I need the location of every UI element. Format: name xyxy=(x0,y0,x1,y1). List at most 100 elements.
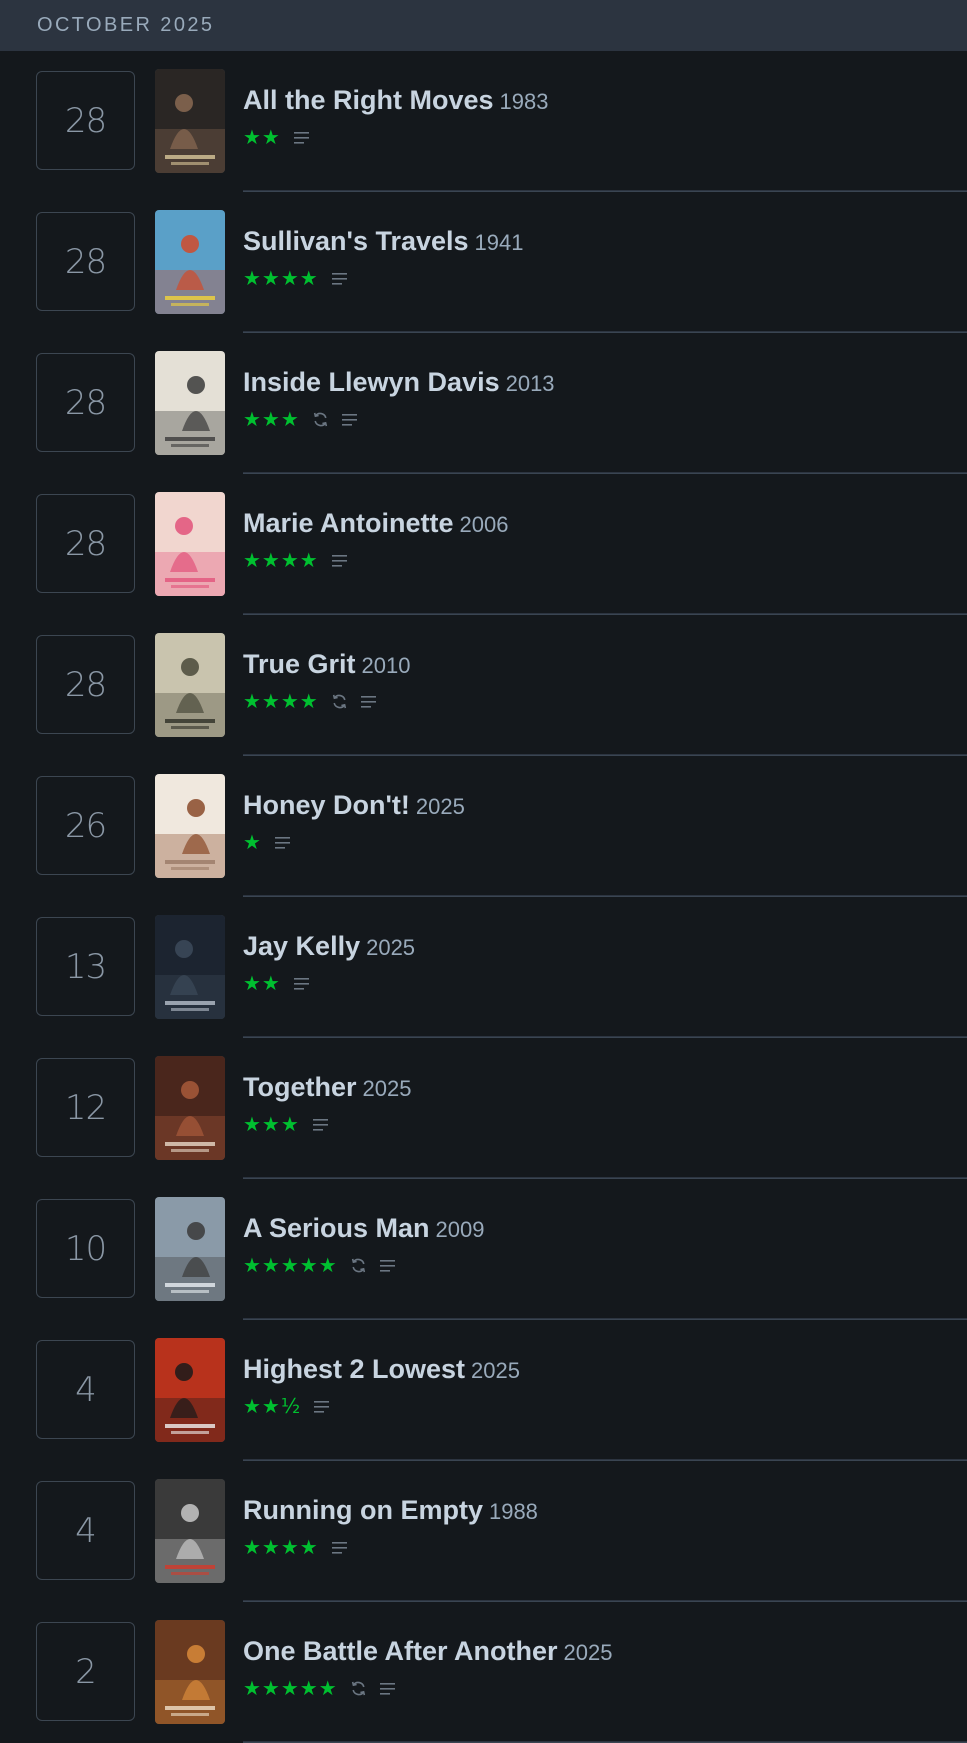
film-year[interactable]: 2025 xyxy=(363,1076,412,1101)
day-box[interactable]: 28 xyxy=(36,212,135,311)
review-text-icon[interactable] xyxy=(331,553,348,567)
film-poster[interactable] xyxy=(155,915,225,1019)
film-year[interactable]: 1941 xyxy=(475,230,524,255)
day-box[interactable]: 26 xyxy=(36,776,135,875)
title-line: A Serious Man 2009 xyxy=(243,1215,967,1242)
entry-info: Marie Antoinette 2006 ★★★★ xyxy=(243,510,967,572)
entry-meta: ★★★ xyxy=(243,409,967,429)
diary-entry[interactable]: 26 Honey Don't! 2025 ★ xyxy=(0,756,967,897)
film-year[interactable]: 2025 xyxy=(366,935,415,960)
title-line: One Battle After Another 2025 xyxy=(243,1638,967,1665)
film-poster[interactable] xyxy=(155,633,225,737)
day-box[interactable]: 13 xyxy=(36,917,135,1016)
film-title[interactable]: Together xyxy=(243,1072,357,1102)
review-text-icon[interactable] xyxy=(331,1540,348,1554)
entry-info: Highest 2 Lowest 2025 ★★½ xyxy=(243,1354,967,1417)
diary-entry[interactable]: 2 One Battle After Another 2025 ★★★★★ xyxy=(0,1602,967,1743)
day-box[interactable]: 28 xyxy=(36,635,135,734)
star-rating: ★★ xyxy=(243,971,281,995)
film-poster[interactable] xyxy=(155,69,225,173)
day-box[interactable]: 10 xyxy=(36,1199,135,1298)
entry-meta: ★★ xyxy=(243,127,967,147)
diary-entry[interactable]: 10 A Serious Man 2009 ★★★★★ xyxy=(0,1179,967,1320)
entry-info: Inside Llewyn Davis 2013 ★★★ xyxy=(243,369,967,430)
poster-one-battle-after-another xyxy=(155,1620,225,1724)
film-poster[interactable] xyxy=(155,1197,225,1301)
film-title[interactable]: Sullivan's Travels xyxy=(243,226,469,256)
review-text-icon[interactable] xyxy=(293,130,310,144)
film-year[interactable]: 1983 xyxy=(500,89,549,114)
diary-entry[interactable]: 4 Running on Empty 1988 ★★★★ xyxy=(0,1461,967,1602)
film-title[interactable]: Highest 2 Lowest xyxy=(243,1354,465,1384)
film-poster[interactable] xyxy=(155,1620,225,1724)
film-year[interactable]: 2010 xyxy=(362,653,411,678)
film-title[interactable]: True Grit xyxy=(243,649,356,679)
title-line: Inside Llewyn Davis 2013 xyxy=(243,369,967,396)
film-title[interactable]: One Battle After Another xyxy=(243,1636,558,1666)
day-box[interactable]: 12 xyxy=(36,1058,135,1157)
film-year[interactable]: 1988 xyxy=(489,1499,538,1524)
review-text-icon[interactable] xyxy=(379,1681,396,1695)
star-rating: ★★★★ xyxy=(243,548,319,572)
star-rating: ★ xyxy=(243,830,262,854)
rewatch-icon xyxy=(351,1681,365,1695)
entry-meta: ★★★★★ xyxy=(243,1255,967,1275)
day-box[interactable]: 4 xyxy=(36,1481,135,1580)
review-text-icon[interactable] xyxy=(274,835,291,849)
title-line: Running on Empty 1988 xyxy=(243,1497,967,1524)
diary-entry[interactable]: 13 Jay Kelly 2025 ★★ xyxy=(0,897,967,1038)
film-poster[interactable] xyxy=(155,774,225,878)
review-text-icon[interactable] xyxy=(341,412,358,426)
title-line: Marie Antoinette 2006 xyxy=(243,510,967,537)
review-text-icon[interactable] xyxy=(312,1117,329,1131)
review-text-icon[interactable] xyxy=(379,1258,396,1272)
star-rating: ★★★ xyxy=(243,1112,300,1136)
diary-entry[interactable]: 28 Marie Antoinette 2006 ★★★★ xyxy=(0,474,967,615)
film-poster[interactable] xyxy=(155,1479,225,1583)
film-title[interactable]: Inside Llewyn Davis xyxy=(243,367,500,397)
film-title[interactable]: Running on Empty xyxy=(243,1495,483,1525)
entry-info: Jay Kelly 2025 ★★ xyxy=(243,931,967,995)
day-box[interactable]: 4 xyxy=(36,1340,135,1439)
rewatch-icon xyxy=(313,412,327,426)
day-box[interactable]: 28 xyxy=(36,71,135,170)
day-box[interactable]: 2 xyxy=(36,1622,135,1721)
film-year[interactable]: 2013 xyxy=(506,371,555,396)
star-rating: ★★★★ xyxy=(243,689,319,713)
film-poster[interactable] xyxy=(155,210,225,314)
review-text-icon[interactable] xyxy=(313,1399,330,1413)
film-poster[interactable] xyxy=(155,1338,225,1442)
review-text-icon[interactable] xyxy=(293,976,310,990)
entry-meta: ★★★★ xyxy=(243,691,967,711)
film-year[interactable]: 2025 xyxy=(564,1640,613,1665)
film-poster[interactable] xyxy=(155,1056,225,1160)
film-title[interactable]: A Serious Man xyxy=(243,1213,430,1243)
film-year[interactable]: 2025 xyxy=(471,1358,520,1383)
poster-true-grit xyxy=(155,633,225,737)
film-year[interactable]: 2025 xyxy=(416,794,465,819)
diary-entry[interactable]: 12 Together 2025 ★★★ xyxy=(0,1038,967,1179)
diary-entry[interactable]: 28 Inside Llewyn Davis 2013 ★★★ xyxy=(0,333,967,474)
poster-marie-antoinette xyxy=(155,492,225,596)
review-text-icon[interactable] xyxy=(331,271,348,285)
diary-entry[interactable]: 28 Sullivan's Travels 1941 ★★★★ xyxy=(0,192,967,333)
poster-inside-llewyn-davis xyxy=(155,351,225,455)
film-title[interactable]: Honey Don't! xyxy=(243,790,410,820)
diary-entry[interactable]: 28 All the Right Moves 1983 ★★ xyxy=(0,51,967,192)
film-poster[interactable] xyxy=(155,492,225,596)
day-box[interactable]: 28 xyxy=(36,353,135,452)
star-rating: ★★★★ xyxy=(243,1535,319,1559)
diary-list: 28 All the Right Moves 1983 ★★ 28 Sullivan's … xyxy=(0,51,967,1743)
film-year[interactable]: 2006 xyxy=(460,512,509,537)
film-poster[interactable] xyxy=(155,351,225,455)
day-box[interactable]: 28 xyxy=(36,494,135,593)
review-text-icon[interactable] xyxy=(360,694,377,708)
film-title[interactable]: All the Right Moves xyxy=(243,85,494,115)
film-title[interactable]: Jay Kelly xyxy=(243,931,360,961)
diary-entry[interactable]: 4 Highest 2 Lowest 2025 ★★½ xyxy=(0,1320,967,1461)
entry-info: Running on Empty 1988 ★★★★ xyxy=(243,1497,967,1559)
diary-entry[interactable]: 28 True Grit 2010 ★★★★ xyxy=(0,615,967,756)
star-rating: ★★★★★ xyxy=(243,1676,338,1700)
film-title[interactable]: Marie Antoinette xyxy=(243,508,454,538)
film-year[interactable]: 2009 xyxy=(436,1217,485,1242)
